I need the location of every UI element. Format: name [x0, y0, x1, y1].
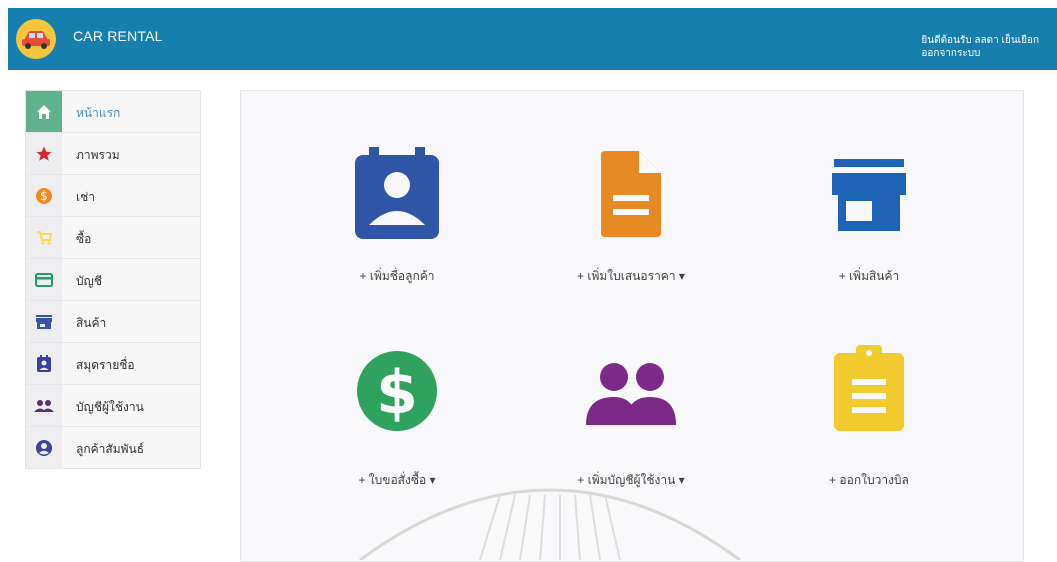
sidebar-item-label: สินค้า — [76, 316, 107, 330]
sidebar-item-contacts[interactable]: สมุดรายชื่อ — [26, 343, 200, 385]
welcome-text: ยินดีต้อนรับ ลลดา เย็นเยือก — [921, 35, 1039, 46]
tile-label[interactable]: + ออกใบวางบิล — [769, 471, 969, 490]
star-icon — [26, 133, 62, 174]
account-icon — [26, 427, 62, 468]
sidebar-item-buy[interactable]: ซื้อ — [26, 217, 200, 259]
home-icon — [26, 91, 62, 132]
sidebar-item-account[interactable]: บัญชี — [26, 259, 200, 301]
tile-label[interactable]: + เพิ่มสินค้า — [769, 267, 969, 286]
dollar-circle-icon: $ — [297, 351, 497, 451]
sidebar-item-label: ซื้อ — [76, 232, 92, 246]
sidebar-item-label: เช่า — [76, 190, 95, 204]
sidebar: หน้าแรก ภาพรวม $ เช่า ซื้อ บัญชี สินค้า — [25, 90, 201, 469]
tile-label[interactable]: + เพิ่มใบเสนอราคา ▾ — [531, 267, 731, 286]
clipboard-icon — [769, 345, 969, 451]
sidebar-item-crm[interactable]: ลูกค้าสัมพันธ์ — [26, 427, 200, 468]
tile-label[interactable]: + เพิ่มบัญชีผู้ใช้งาน ▾ — [531, 471, 731, 490]
store-icon — [769, 147, 969, 247]
tile-label[interactable]: + ใบขอสั่งซื้อ ▾ — [297, 471, 497, 490]
users-icon — [531, 351, 731, 451]
sidebar-item-label: บัญชี — [76, 274, 102, 288]
purchase-order-tile[interactable]: $ + ใบขอสั่งซื้อ ▾ — [297, 351, 497, 490]
logout-link[interactable]: ออกจากระบบ — [921, 47, 1039, 60]
sidebar-item-label: บัญชีผู้ใช้งาน — [76, 400, 144, 414]
car-logo-icon[interactable] — [16, 19, 56, 59]
add-customer-tile[interactable]: + เพิ่มชื่อลูกค้า — [297, 147, 497, 286]
sidebar-item-products[interactable]: สินค้า — [26, 301, 200, 343]
contact-card-icon — [297, 147, 497, 247]
sidebar-item-rent[interactable]: $ เช่า — [26, 175, 200, 217]
cart-icon — [26, 217, 62, 258]
main-panel: + เพิ่มชื่อลูกค้า + เพิ่มใบเสนอราคา ▾ + … — [240, 90, 1024, 562]
add-product-tile[interactable]: + เพิ่มสินค้า — [769, 147, 969, 286]
store-icon — [26, 301, 62, 342]
sidebar-item-overview[interactable]: ภาพรวม — [26, 133, 200, 175]
sidebar-item-users[interactable]: บัญชีผู้ใช้งาน — [26, 385, 200, 427]
brand-title[interactable]: CAR RENTAL — [73, 28, 163, 44]
dollar-icon: $ — [26, 175, 62, 216]
contacts-icon — [26, 343, 62, 384]
top-navbar: CAR RENTAL ยินดีต้อนรับ ลลดา เย็นเยือก อ… — [8, 8, 1057, 70]
sidebar-item-label: ภาพรวม — [76, 148, 120, 162]
user-box: ยินดีต้อนรับ ลลดา เย็นเยือก ออกจากระบบ — [921, 34, 1039, 60]
add-user-account-tile[interactable]: + เพิ่มบัญชีผู้ใช้งาน ▾ — [531, 351, 731, 490]
credit-card-icon — [26, 259, 62, 300]
users-icon — [26, 385, 62, 426]
add-quotation-tile[interactable]: + เพิ่มใบเสนอราคา ▾ — [531, 147, 731, 286]
sidebar-item-home[interactable]: หน้าแรก — [26, 91, 200, 133]
sidebar-item-label: ลูกค้าสัมพันธ์ — [76, 442, 145, 456]
document-icon — [531, 147, 731, 247]
tile-label[interactable]: + เพิ่มชื่อลูกค้า — [297, 267, 497, 286]
svg-text:$: $ — [376, 358, 418, 428]
sidebar-item-label: สมุดรายชื่อ — [76, 358, 135, 372]
issue-invoice-tile[interactable]: + ออกใบวางบิล — [769, 345, 969, 490]
svg-text:$: $ — [40, 189, 48, 203]
sidebar-item-label: หน้าแรก — [76, 106, 121, 120]
